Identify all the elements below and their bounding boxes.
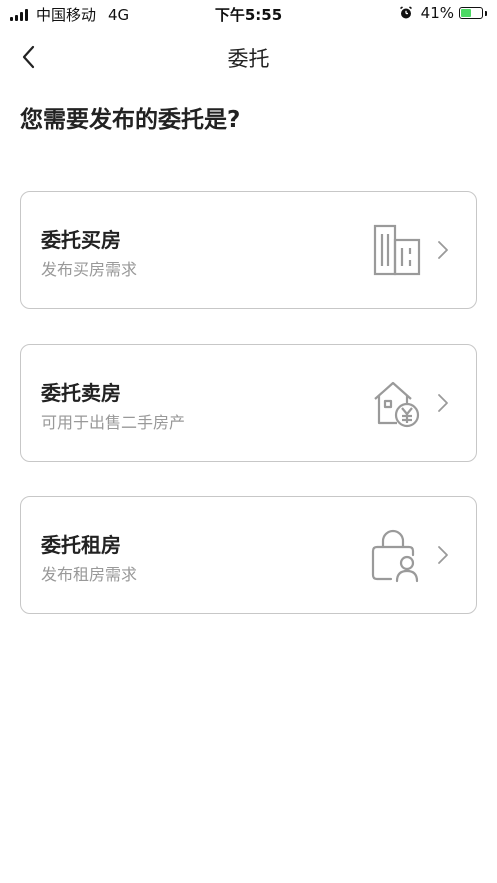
house-yuan-icon — [374, 381, 420, 428]
option-title: 委托卖房 — [41, 381, 121, 405]
page-title: 委托 — [227, 47, 270, 71]
option-subtitle: 发布买房需求 — [41, 260, 138, 279]
option-title: 委托买房 — [41, 228, 121, 252]
option-card-buy[interactable]: 委托买房 发布买房需求 — [20, 191, 477, 309]
chevron-right-icon — [438, 241, 448, 259]
option-card-rent[interactable]: 委托租房 发布租房需求 — [20, 496, 477, 614]
option-card-sell[interactable]: 委托卖房 可用于出售二手房产 — [20, 344, 477, 462]
lock-person-icon — [371, 529, 419, 583]
nav-bar: 委托 — [0, 36, 497, 76]
battery-icon — [459, 7, 483, 19]
option-title: 委托租房 — [41, 533, 121, 557]
chevron-right-icon — [438, 394, 448, 412]
chevron-right-icon — [438, 546, 448, 564]
option-subtitle: 发布租房需求 — [41, 565, 138, 584]
battery-percent: 41% — [420, 4, 454, 22]
option-subtitle: 可用于出售二手房产 — [41, 413, 186, 432]
building-icon — [373, 224, 421, 276]
alarm-icon — [399, 6, 412, 19]
status-bar: 中国移动 4G 下午5:55 41% — [0, 0, 497, 28]
question-heading: 您需要发布的委托是? — [20, 107, 241, 133]
battery-cap — [485, 10, 487, 16]
status-right: 41% — [399, 4, 487, 22]
